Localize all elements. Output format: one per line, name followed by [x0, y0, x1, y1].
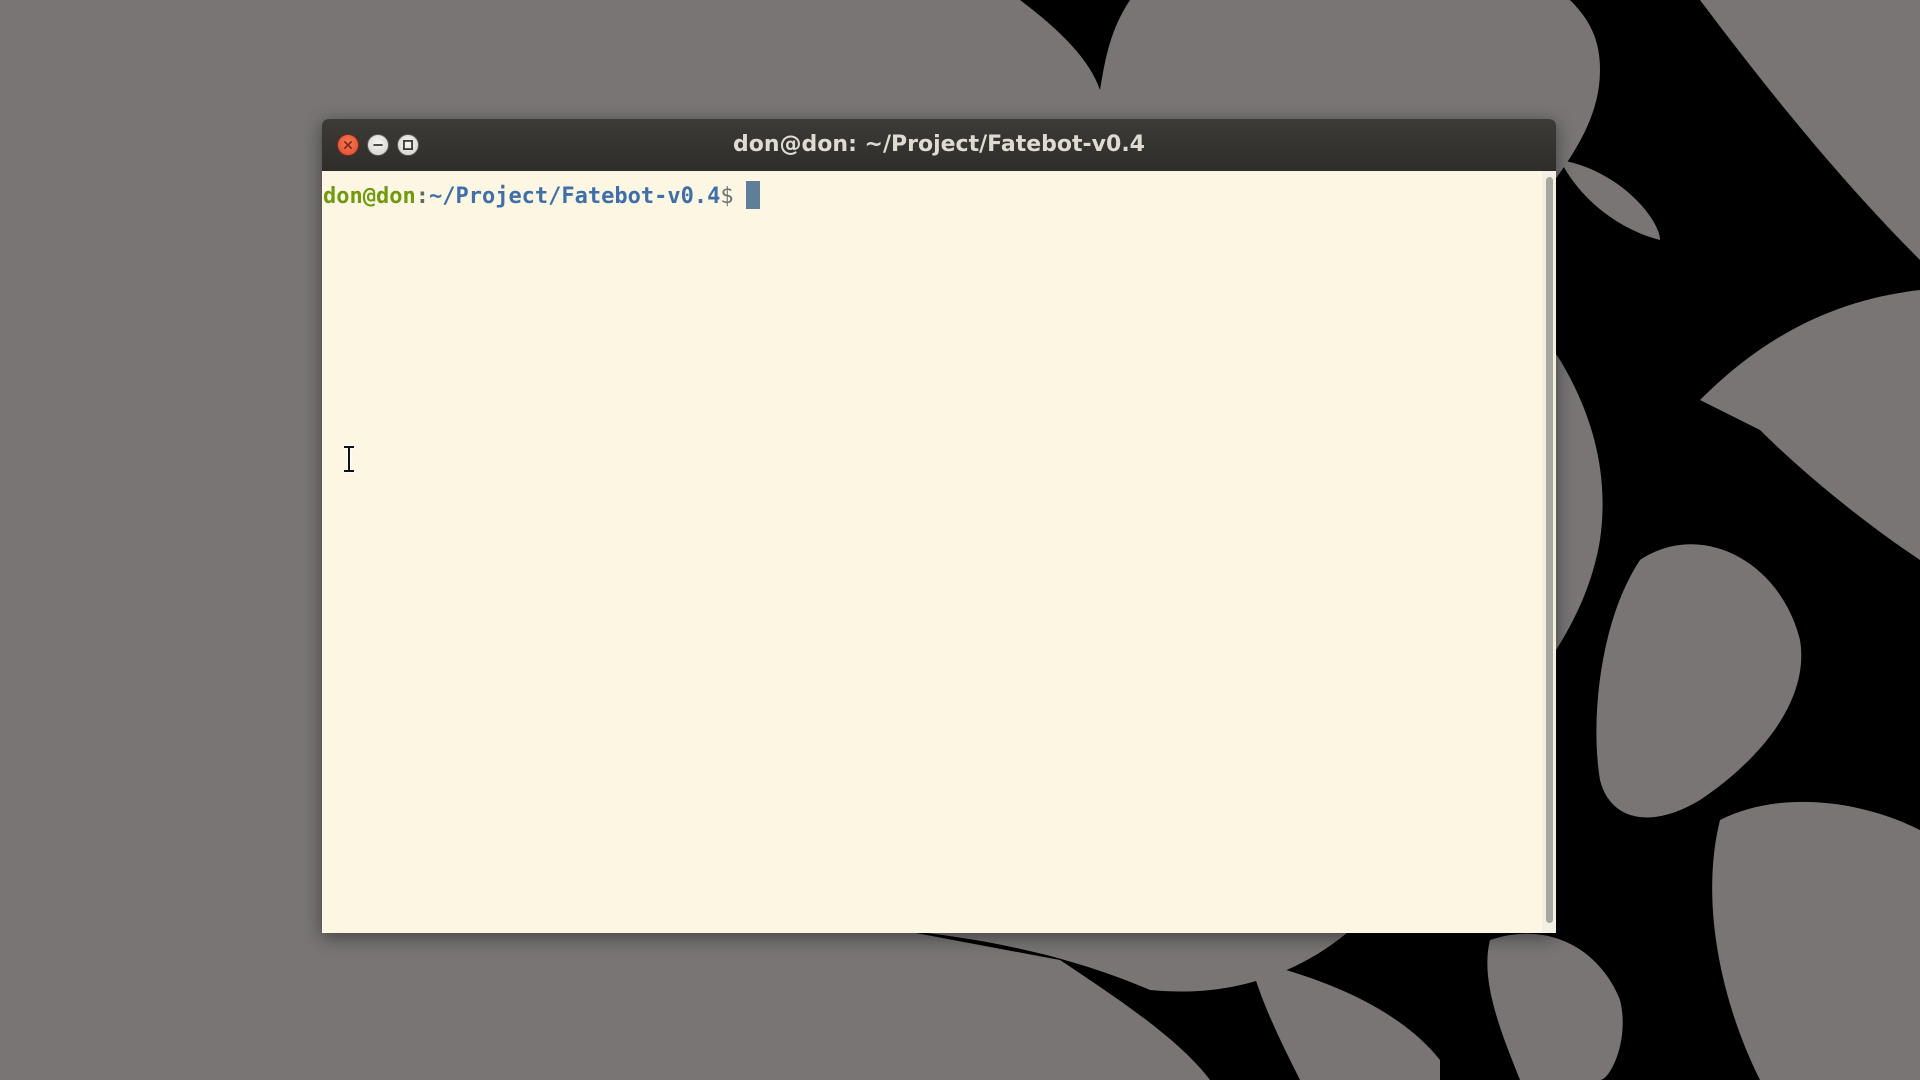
window-title: don@don: ~/Project/Fatebot-v0.4	[733, 132, 1145, 157]
window-titlebar[interactable]: don@don: ~/Project/Fatebot-v0.4	[322, 119, 1556, 171]
prompt-user-host: don@don	[323, 184, 416, 209]
prompt-symbol: $	[720, 184, 734, 209]
text-cursor	[745, 181, 760, 209]
prompt-separator: :	[415, 184, 429, 209]
shell-prompt: don@don:~/Project/Fatebot-v0.4$	[323, 181, 760, 212]
vertical-scrollbar[interactable]	[1542, 171, 1556, 933]
ibeam-cursor-icon	[344, 445, 354, 473]
prompt-path: ~/Project/Fatebot-v0.4	[428, 184, 721, 209]
scrollbar-thumb[interactable]	[1546, 177, 1553, 923]
terminal-window[interactable]: don@don: ~/Project/Fatebot-v0.4 don@don:…	[322, 119, 1556, 933]
terminal-output-area[interactable]: don@don:~/Project/Fatebot-v0.4$	[322, 171, 1542, 933]
